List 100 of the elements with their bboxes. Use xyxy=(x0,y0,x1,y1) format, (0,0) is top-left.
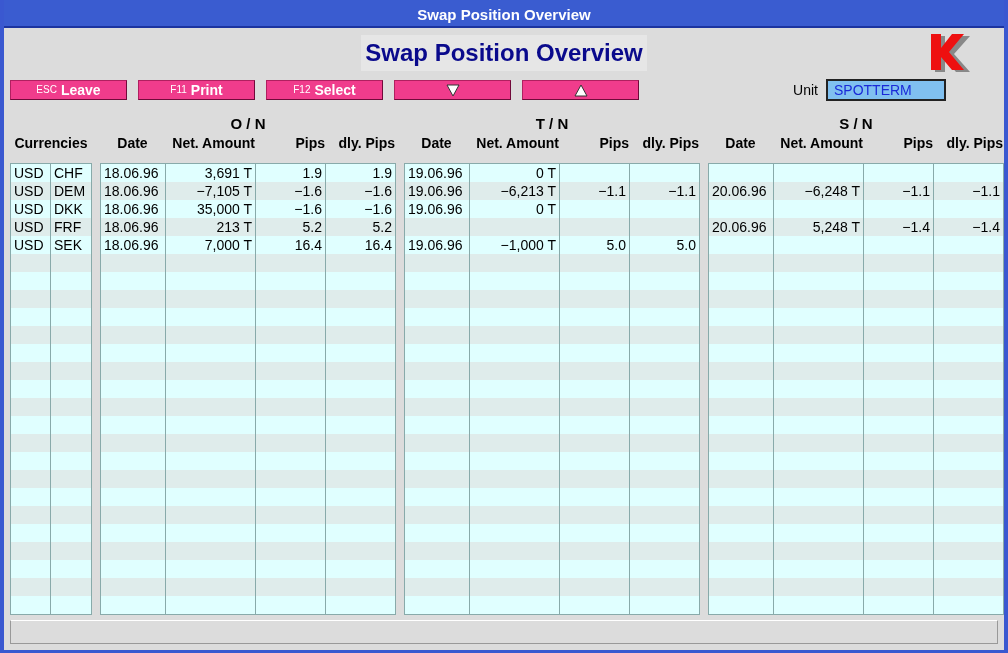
table-cell xyxy=(560,254,629,272)
scroll-up-button[interactable] xyxy=(522,80,639,100)
table-cell xyxy=(11,524,50,542)
table-cell xyxy=(560,578,629,596)
table-cell xyxy=(405,290,469,308)
table-cell xyxy=(934,362,1003,380)
table-cell xyxy=(11,542,50,560)
table-cell xyxy=(256,434,325,452)
function-button[interactable]: F12 Select xyxy=(266,80,383,100)
table-cell xyxy=(11,434,50,452)
table-cell xyxy=(864,344,933,362)
table-cell xyxy=(630,596,699,614)
section-title: O / N xyxy=(230,115,266,132)
table-cell xyxy=(864,416,933,434)
table-cell xyxy=(630,560,699,578)
table-cell xyxy=(709,560,773,578)
table-cell: 19.06.96 xyxy=(405,236,469,254)
table-cell xyxy=(864,236,933,254)
table-cell xyxy=(630,308,699,326)
table-cell xyxy=(864,470,933,488)
table-cell xyxy=(934,344,1003,362)
table-cell xyxy=(560,524,629,542)
table-cell xyxy=(560,344,629,362)
table-cell xyxy=(405,272,469,290)
table-cell: USD xyxy=(11,164,50,182)
table-cell xyxy=(256,578,325,596)
table-cell xyxy=(11,488,50,506)
scroll-down-button[interactable] xyxy=(394,80,511,100)
table-cell: −1.6 xyxy=(256,182,325,200)
table-cell: 3,691 T xyxy=(166,164,255,182)
table-cell xyxy=(405,362,469,380)
table-cell: 16.4 xyxy=(326,236,395,254)
table-cell xyxy=(326,380,395,398)
table-cell xyxy=(560,398,629,416)
table-cell xyxy=(256,506,325,524)
column-header: Net. Amount xyxy=(475,134,559,153)
table-cell xyxy=(864,398,933,416)
table-cell: FRF xyxy=(51,218,91,236)
table-cell xyxy=(864,578,933,596)
table-cell xyxy=(864,200,933,218)
table-cell xyxy=(101,344,165,362)
table-cell xyxy=(256,560,325,578)
table-cell xyxy=(51,272,91,290)
table-cell xyxy=(630,542,699,560)
table-cell xyxy=(256,488,325,506)
table-cell xyxy=(630,470,699,488)
table-cell xyxy=(934,398,1003,416)
table-cell: −1.1 xyxy=(934,182,1003,200)
table-cell xyxy=(934,236,1003,254)
table-cell xyxy=(709,326,773,344)
table-cell xyxy=(560,542,629,560)
function-button[interactable]: ESC Leave xyxy=(10,80,127,100)
table-cell: 19.06.96 xyxy=(405,200,469,218)
table-cell: −1.1 xyxy=(630,182,699,200)
table-cell xyxy=(709,488,773,506)
table-cell: DEM xyxy=(51,182,91,200)
table-cell xyxy=(630,164,699,182)
table-cell xyxy=(864,560,933,578)
table-cell xyxy=(326,560,395,578)
table-cell xyxy=(326,272,395,290)
table-cell xyxy=(709,470,773,488)
table-cell xyxy=(709,344,773,362)
unit-label: Unit xyxy=(793,80,818,100)
table-cell xyxy=(11,308,50,326)
table-cell xyxy=(51,542,91,560)
logo-icon xyxy=(930,32,972,74)
unit-field[interactable]: SPOTTERM xyxy=(826,79,946,101)
table-cell: 18.06.96 xyxy=(101,182,165,200)
table-cell xyxy=(101,524,165,542)
function-button[interactable]: F11 Print xyxy=(138,80,255,100)
table-cell xyxy=(405,452,469,470)
section-title: S / N xyxy=(839,115,873,132)
table-cell: −1.6 xyxy=(326,182,395,200)
table-cell xyxy=(256,452,325,470)
table-cell xyxy=(101,506,165,524)
table-cell xyxy=(630,272,699,290)
table-cell xyxy=(256,380,325,398)
table-cell xyxy=(864,488,933,506)
table-cell xyxy=(101,470,165,488)
table-cell xyxy=(934,272,1003,290)
table-cell xyxy=(709,254,773,272)
table-cell xyxy=(934,290,1003,308)
column-header: dly. Pips xyxy=(641,134,699,153)
table-cell: 35,000 T xyxy=(166,200,255,218)
table-cell xyxy=(51,488,91,506)
table-cell xyxy=(709,308,773,326)
table-cell: 18.06.96 xyxy=(101,236,165,254)
table-cell: CHF xyxy=(51,164,91,182)
table-cell: 5.2 xyxy=(256,218,325,236)
table-cell xyxy=(256,542,325,560)
table-cell xyxy=(405,398,469,416)
table-cell xyxy=(405,218,469,236)
table-cell xyxy=(560,290,629,308)
table-cell: −1,000 T xyxy=(470,236,559,254)
table-cell xyxy=(560,506,629,524)
table-cell xyxy=(256,416,325,434)
table-cell: 0 T xyxy=(470,200,559,218)
table-cell: −6,248 T xyxy=(774,182,863,200)
table-cell xyxy=(101,362,165,380)
table-cell xyxy=(934,326,1003,344)
